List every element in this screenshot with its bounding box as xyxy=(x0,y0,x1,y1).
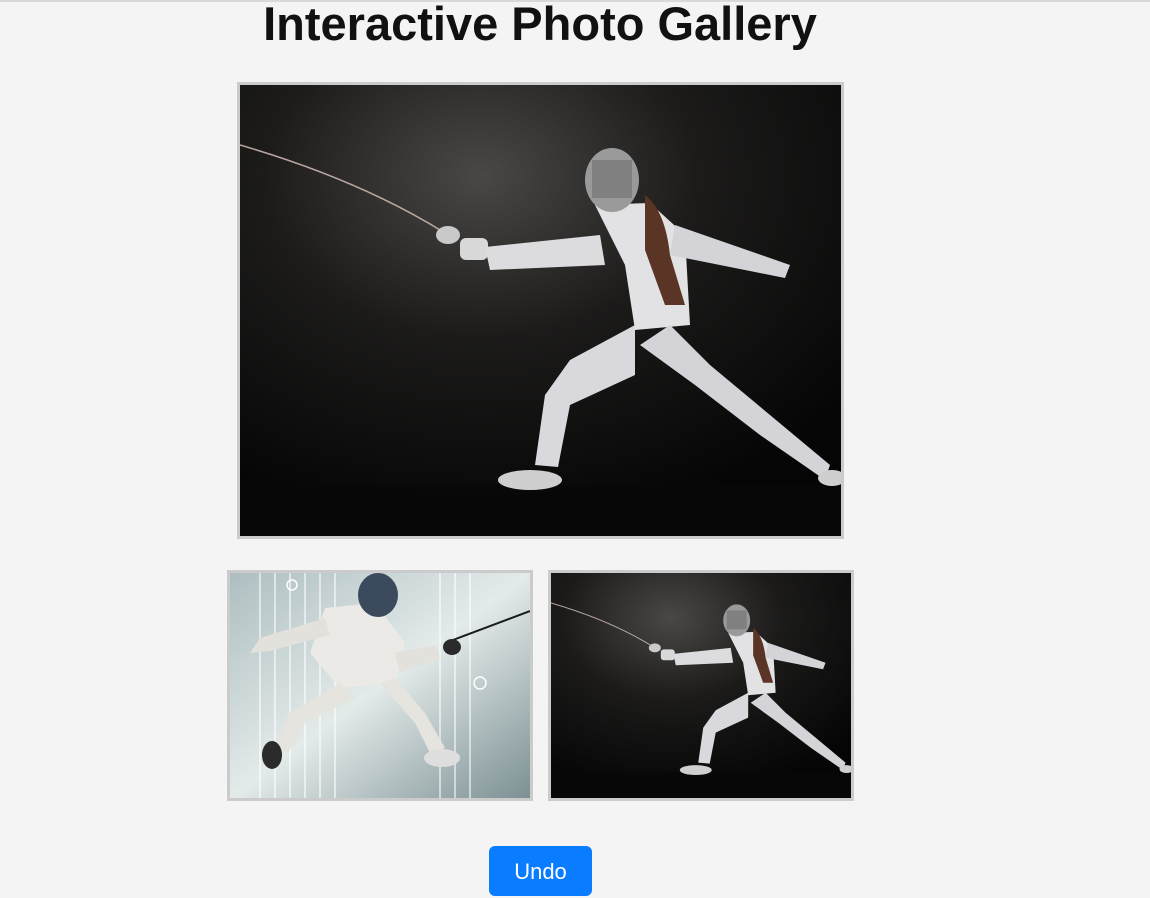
main-photo xyxy=(237,82,844,539)
thumbnail-2[interactable] xyxy=(548,570,854,801)
undo-button[interactable]: Undo xyxy=(489,846,592,896)
fencer-lunge-dark-image xyxy=(551,573,851,798)
fencer-leap-light-image xyxy=(230,573,530,798)
page-title: Interactive Photo Gallery xyxy=(263,0,817,50)
thumbnail-1[interactable] xyxy=(227,570,533,801)
fencer-lunge-dark-image xyxy=(240,85,841,536)
